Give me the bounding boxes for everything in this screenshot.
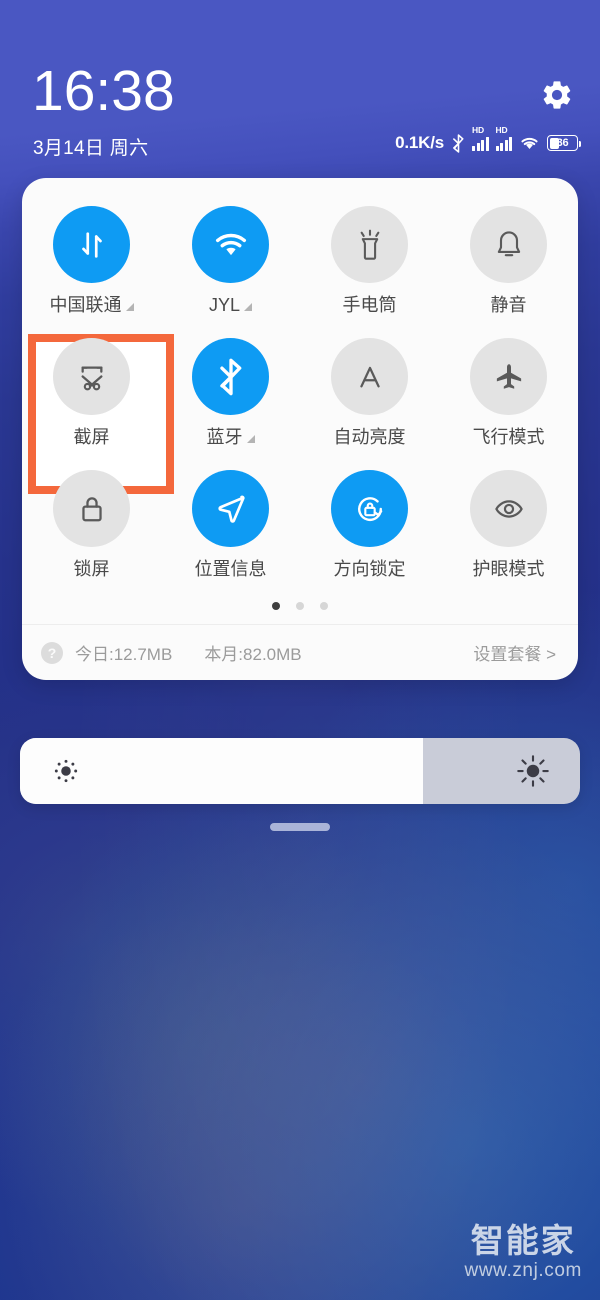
chevron-expand-icon[interactable] bbox=[244, 303, 253, 311]
set-data-plan-link[interactable]: 设置套餐 > bbox=[473, 640, 556, 665]
toggle-label-row: 静音 bbox=[491, 294, 527, 316]
toggle-label-row: 截屏 bbox=[74, 426, 110, 448]
toggle-lock-screen[interactable]: 锁屏 bbox=[22, 470, 161, 580]
toggle-label-row: 中国联通 bbox=[50, 294, 134, 316]
network-speed: 0.1K/s bbox=[395, 133, 444, 152]
toggle-label: 截屏 bbox=[73, 427, 110, 447]
toggle-circle bbox=[470, 470, 547, 547]
toggle-circle bbox=[470, 206, 547, 283]
toggle-circle bbox=[331, 470, 408, 547]
toggle-label: 位置信息 bbox=[194, 559, 267, 579]
brightness-low-icon bbox=[54, 759, 78, 783]
toggle-label-row: 蓝牙 bbox=[207, 426, 255, 448]
watermark-logo: 智能家 bbox=[470, 1222, 576, 1260]
toggle-label-row: 方向锁定 bbox=[334, 558, 406, 580]
watermark-url: www.znj.com bbox=[464, 1260, 582, 1281]
bluetooth-icon bbox=[219, 358, 241, 395]
toggle-rotation-lock[interactable]: 方向锁定 bbox=[300, 470, 439, 580]
watermark: 智能家 www.znj.com bbox=[465, 1224, 582, 1282]
bluetooth-icon bbox=[453, 133, 464, 153]
quick-settings-panel: 中国联通 JYL 手电筒 静音 截屏 蓝牙 自动亮度 飞行模式 锁屏 位置信息 … bbox=[22, 178, 578, 680]
gear-icon[interactable] bbox=[540, 78, 574, 112]
page-dot-2[interactable] bbox=[296, 602, 304, 610]
brightness-slider-fill bbox=[20, 738, 424, 804]
toggle-label: 锁屏 bbox=[73, 559, 110, 579]
page-dot-3[interactable] bbox=[320, 602, 328, 610]
status-icons: 0.1K/s HD HD 36 bbox=[395, 125, 581, 155]
toggle-label: JYL bbox=[208, 295, 241, 315]
status-header: 16:38 3月14日 周六 0.1K/s HD HD 36 bbox=[0, 0, 600, 178]
toggle-circle bbox=[53, 206, 130, 283]
toggle-screenshot[interactable]: 截屏 bbox=[22, 338, 161, 448]
toggle-label-row: JYL bbox=[208, 294, 253, 316]
flashlight-icon bbox=[360, 229, 379, 260]
toggle-circle bbox=[53, 338, 130, 415]
clock-time: 16:38 bbox=[32, 59, 175, 123]
wifi-icon bbox=[215, 233, 246, 255]
toggle-label: 手电筒 bbox=[342, 295, 397, 315]
toggle-label-row: 手电筒 bbox=[343, 294, 397, 316]
battery-indicator: 36 bbox=[547, 135, 581, 151]
toggle-circle bbox=[331, 338, 408, 415]
toggle-airplane-mode[interactable]: 飞行模式 bbox=[439, 338, 578, 448]
toggle-circle bbox=[470, 338, 547, 415]
home-indicator[interactable] bbox=[270, 823, 330, 831]
mobile-data-icon bbox=[81, 231, 102, 258]
data-usage-month: 本月:82.0MB bbox=[204, 645, 302, 664]
toggle-flashlight[interactable]: 手电筒 bbox=[300, 206, 439, 316]
page-indicator-dots[interactable] bbox=[22, 584, 578, 624]
eye-icon bbox=[494, 499, 523, 518]
signal-bars-icon bbox=[495, 136, 512, 151]
toggle-circle bbox=[192, 206, 269, 283]
brightness-high-icon bbox=[517, 755, 549, 787]
auto-brightness-icon bbox=[359, 366, 380, 387]
toggle-circle bbox=[53, 470, 130, 547]
bell-mute-icon bbox=[497, 230, 520, 256]
toggle-auto-brightness[interactable]: 自动亮度 bbox=[300, 338, 439, 448]
toggle-label: 飞行模式 bbox=[472, 427, 545, 447]
toggle-label-row: 护眼模式 bbox=[473, 558, 545, 580]
signal-bars-icon bbox=[472, 136, 489, 151]
toggle-label: 自动亮度 bbox=[333, 427, 406, 447]
toggle-label-row: 自动亮度 bbox=[334, 426, 406, 448]
toggle-circle bbox=[192, 470, 269, 547]
toggle-bluetooth[interactable]: 蓝牙 bbox=[161, 338, 300, 448]
toggle-location[interactable]: 位置信息 bbox=[161, 470, 300, 580]
brightness-slider[interactable] bbox=[20, 738, 580, 804]
toggle-label: 蓝牙 bbox=[206, 427, 243, 447]
toggle-label: 中国联通 bbox=[49, 295, 122, 315]
toggle-label-row: 锁屏 bbox=[74, 558, 110, 580]
toggle-label: 静音 bbox=[490, 295, 527, 315]
sim1-signal: HD bbox=[472, 125, 489, 151]
toggle-mobile-data[interactable]: 中国联通 bbox=[22, 206, 161, 316]
sim2-signal: HD bbox=[495, 125, 512, 151]
data-usage-footer: ? 今日:12.7MB 本月:82.0MB 设置套餐 > bbox=[22, 624, 578, 680]
chevron-expand-icon[interactable] bbox=[246, 435, 255, 443]
toggle-circle bbox=[331, 206, 408, 283]
airplane-icon bbox=[496, 363, 521, 389]
toggle-wifi[interactable]: JYL bbox=[161, 206, 300, 316]
page-dot-1[interactable] bbox=[272, 602, 280, 610]
data-usage-today: 今日:12.7MB bbox=[75, 645, 173, 664]
rotation-lock-icon bbox=[357, 496, 382, 521]
toggle-label-row: 位置信息 bbox=[195, 558, 267, 580]
battery-percent: 36 bbox=[556, 136, 569, 149]
toggle-label: 方向锁定 bbox=[333, 559, 406, 579]
location-arrow-icon bbox=[217, 495, 245, 523]
chevron-expand-icon[interactable] bbox=[125, 303, 134, 311]
toggle-label-row: 飞行模式 bbox=[473, 426, 545, 448]
quick-toggle-grid: 中国联通 JYL 手电筒 静音 截屏 蓝牙 自动亮度 飞行模式 锁屏 位置信息 … bbox=[22, 178, 578, 584]
sim2-hd-label: HD bbox=[495, 124, 508, 135]
sim1-hd-label: HD bbox=[472, 124, 484, 135]
screenshot-icon bbox=[81, 366, 102, 390]
help-icon[interactable]: ? bbox=[41, 641, 63, 664]
toggle-mute[interactable]: 静音 bbox=[439, 206, 578, 316]
toggle-label: 护眼模式 bbox=[472, 559, 545, 579]
lock-icon bbox=[81, 496, 102, 521]
toggle-eye-protection[interactable]: 护眼模式 bbox=[439, 470, 578, 580]
clock-date: 3月14日 周六 bbox=[33, 138, 149, 159]
wifi-icon bbox=[521, 137, 538, 150]
toggle-circle bbox=[192, 338, 269, 415]
